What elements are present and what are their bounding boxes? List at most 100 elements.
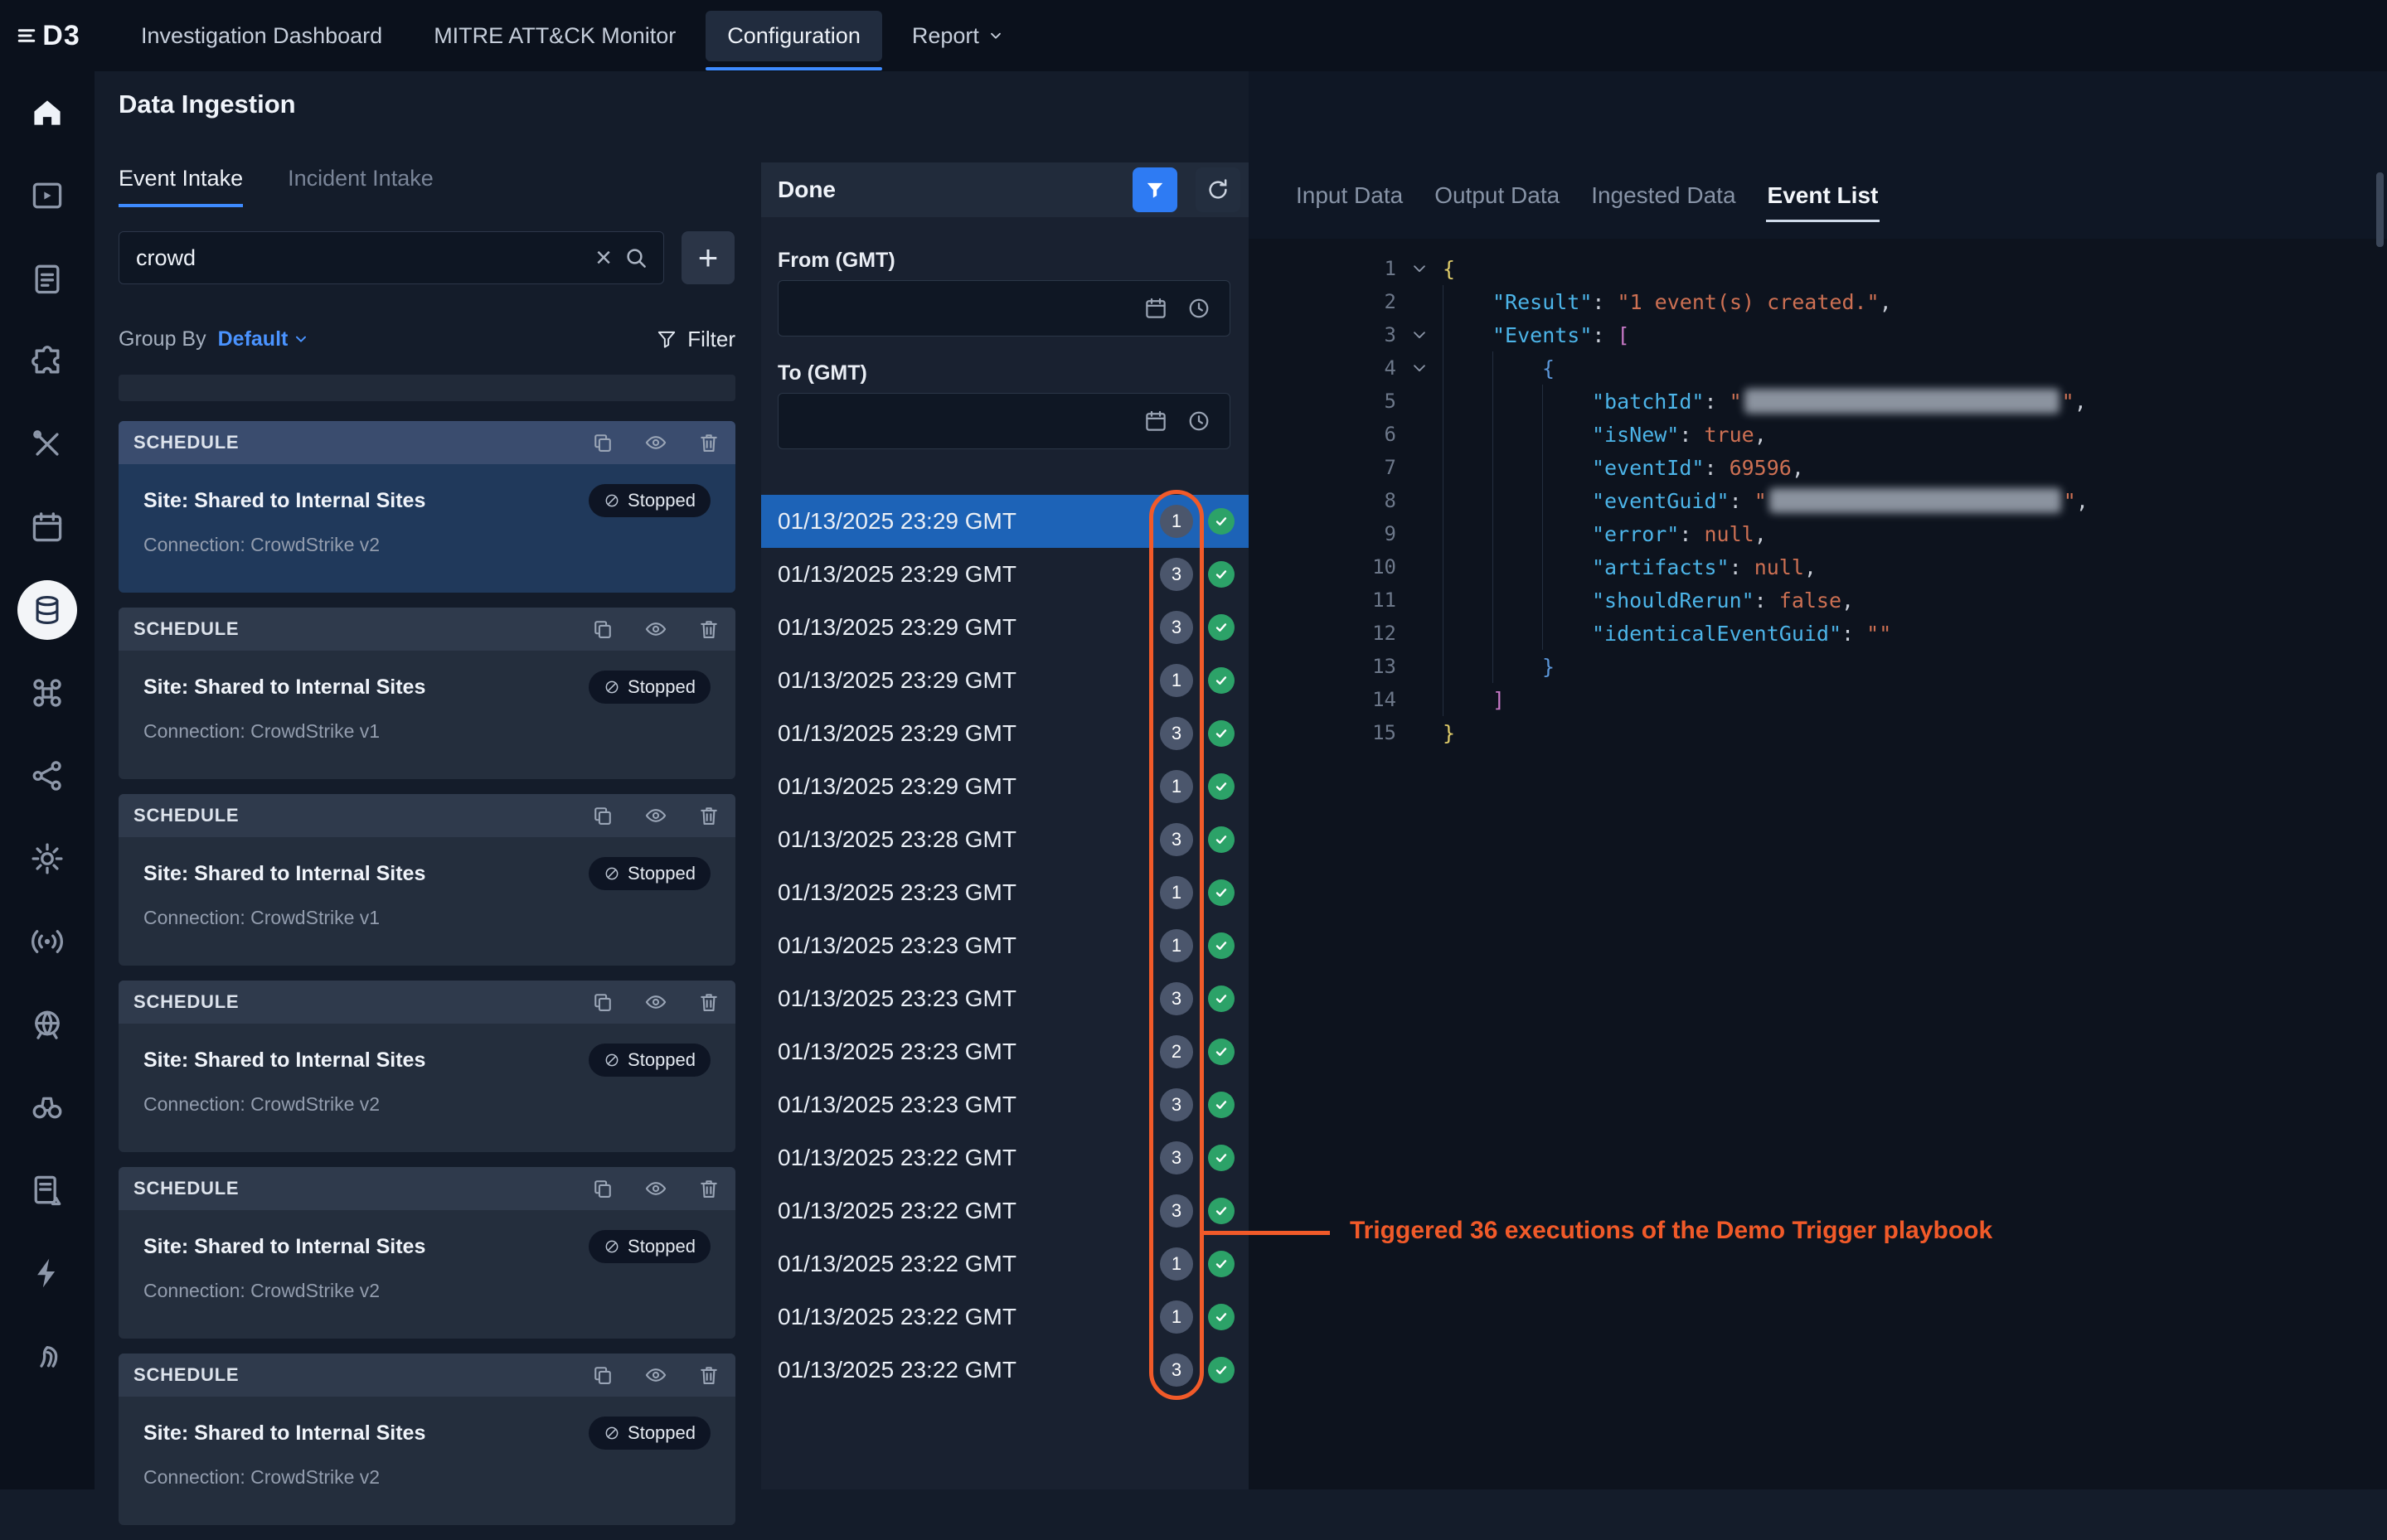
- execution-row[interactable]: 01/13/2025 23:23 GMT 1: [761, 919, 1249, 972]
- trash-icon[interactable]: [697, 431, 720, 454]
- execution-time: 01/13/2025 23:29 GMT: [761, 667, 1016, 694]
- filter-toggle-button[interactable]: [1133, 167, 1177, 212]
- sidebar-item-command-center[interactable]: [0, 651, 95, 734]
- to-label: To (GMT): [778, 361, 867, 385]
- event-count-badge: 3: [1160, 982, 1193, 1015]
- execution-row[interactable]: 01/13/2025 23:22 GMT 3: [761, 1184, 1249, 1237]
- nav-item-mitre-attck-monitor[interactable]: MITRE ATT&CK Monitor: [412, 11, 697, 61]
- execution-row[interactable]: 01/13/2025 23:28 GMT 3: [761, 813, 1249, 866]
- indent-guide: [1443, 683, 1492, 716]
- tab-input-data[interactable]: Input Data: [1294, 177, 1405, 214]
- eye-icon[interactable]: [644, 804, 667, 827]
- fold-chevron-icon[interactable]: [1396, 259, 1443, 278]
- search-icon[interactable]: [623, 245, 663, 270]
- sidebar-item-sites[interactable]: [0, 983, 95, 1066]
- trash-icon[interactable]: [697, 1363, 720, 1387]
- execution-row[interactable]: 01/13/2025 23:29 GMT 1: [761, 654, 1249, 707]
- execution-row[interactable]: 01/13/2025 23:29 GMT 3: [761, 601, 1249, 654]
- scrollbar-thumb[interactable]: [2376, 172, 2384, 247]
- schedule-card[interactable]: SCHEDULE Site: Shared to Internal Sites …: [119, 1167, 735, 1339]
- indent-guide: [1492, 650, 1542, 683]
- execution-row[interactable]: 01/13/2025 23:22 GMT 3: [761, 1131, 1249, 1184]
- execution-row[interactable]: 01/13/2025 23:29 GMT 1: [761, 760, 1249, 813]
- clock-icon[interactable]: [1186, 409, 1211, 433]
- copy-icon[interactable]: [591, 1363, 614, 1387]
- clear-search-icon[interactable]: ×: [584, 244, 623, 272]
- sidebar-item-correlations[interactable]: [0, 734, 95, 817]
- execution-row[interactable]: 01/13/2025 23:23 GMT 3: [761, 972, 1249, 1025]
- schedule-card[interactable]: SCHEDULE Site: Shared to Internal Sites …: [119, 794, 735, 966]
- schedule-card[interactable]: SCHEDULE Site: Shared to Internal Sites …: [119, 421, 735, 593]
- sidebar-item-integrations[interactable]: [0, 320, 95, 403]
- eye-icon[interactable]: [644, 431, 667, 454]
- execution-row[interactable]: 01/13/2025 23:22 GMT 1: [761, 1237, 1249, 1291]
- refresh-button[interactable]: [1196, 167, 1240, 212]
- sidebar-item-automation[interactable]: [0, 1232, 95, 1315]
- copy-icon[interactable]: [591, 1177, 614, 1200]
- execution-row[interactable]: 01/13/2025 23:23 GMT 1: [761, 866, 1249, 919]
- filter-button[interactable]: Filter: [656, 327, 735, 352]
- fold-chevron-icon[interactable]: [1396, 359, 1443, 377]
- execution-row[interactable]: 01/13/2025 23:23 GMT 3: [761, 1078, 1249, 1131]
- sidebar-item-data-ingestion[interactable]: [0, 569, 95, 651]
- eye-icon[interactable]: [644, 990, 667, 1014]
- sidebar-item-api-settings[interactable]: [0, 817, 95, 900]
- execution-row[interactable]: 01/13/2025 23:29 GMT 3: [761, 707, 1249, 760]
- sidebar-item-event-broadcast[interactable]: [0, 900, 95, 983]
- schedule-card[interactable]: SCHEDULE Site: Shared to Internal Sites …: [119, 608, 735, 779]
- event-count-badge: 1: [1160, 505, 1193, 538]
- line-number: 5: [1249, 390, 1396, 413]
- execution-row[interactable]: 01/13/2025 23:29 GMT 3: [761, 548, 1249, 601]
- tab-event-list[interactable]: Event List: [1766, 177, 1880, 214]
- eye-icon[interactable]: [644, 617, 667, 641]
- copy-icon[interactable]: [591, 431, 614, 454]
- calendar-icon[interactable]: [1143, 296, 1168, 321]
- calendar-icon[interactable]: [1143, 409, 1168, 433]
- copy-icon[interactable]: [591, 990, 614, 1014]
- execution-row[interactable]: 01/13/2025 23:29 GMT 1: [761, 495, 1249, 548]
- sidebar-item-audit-trail[interactable]: [0, 1315, 95, 1397]
- copy-icon[interactable]: [591, 804, 614, 827]
- code-token: ,: [1754, 423, 1767, 447]
- execution-row[interactable]: 01/13/2025 23:23 GMT 2: [761, 1025, 1249, 1078]
- schedule-card[interactable]: SCHEDULE Site: Shared to Internal Sites …: [119, 981, 735, 1152]
- tab-incident-intake[interactable]: Incident Intake: [288, 166, 434, 207]
- schedule-card[interactable]: SCHEDULE Site: Shared to Internal Sites …: [119, 1354, 735, 1525]
- group-by-value: Default: [218, 327, 289, 351]
- group-by-dropdown[interactable]: Default: [218, 327, 310, 351]
- clock-icon[interactable]: [1186, 296, 1211, 321]
- execution-row[interactable]: 01/13/2025 23:22 GMT 1: [761, 1291, 1249, 1344]
- data-ingestion-icon: [17, 580, 77, 640]
- sidebar-item-utilities[interactable]: [0, 403, 95, 486]
- tab-ingested-data[interactable]: Ingested Data: [1589, 177, 1737, 214]
- sidebar-item-investigations[interactable]: [0, 154, 95, 237]
- trash-icon[interactable]: [697, 1177, 720, 1200]
- d3-logo[interactable]: D3: [0, 20, 95, 52]
- nav-item-report[interactable]: Report: [890, 11, 1026, 61]
- trash-icon[interactable]: [697, 804, 720, 827]
- eye-icon[interactable]: [644, 1177, 667, 1200]
- fold-chevron-icon[interactable]: [1396, 326, 1443, 344]
- sidebar-item-home[interactable]: [0, 71, 95, 154]
- copy-icon[interactable]: [591, 617, 614, 641]
- sidebar-item-schedules[interactable]: [0, 486, 95, 569]
- nav-item-configuration[interactable]: Configuration: [706, 11, 882, 61]
- eye-icon[interactable]: [644, 1363, 667, 1387]
- trash-icon[interactable]: [697, 990, 720, 1014]
- success-icon: [1208, 986, 1235, 1012]
- site-label: Site: Shared to Internal Sites: [143, 1048, 425, 1073]
- tab-event-intake[interactable]: Event Intake: [119, 166, 243, 207]
- sidebar-item-search[interactable]: [0, 1066, 95, 1149]
- nav-item-investigation-dashboard[interactable]: Investigation Dashboard: [119, 11, 404, 61]
- execution-time: 01/13/2025 23:23 GMT: [761, 879, 1016, 906]
- search-input[interactable]: [119, 245, 584, 271]
- collapsed-group-bar[interactable]: [119, 375, 735, 401]
- tab-output-data[interactable]: Output Data: [1433, 177, 1561, 214]
- trash-icon[interactable]: [697, 617, 720, 641]
- sidebar-item-playbooks[interactable]: [0, 237, 95, 320]
- execution-row[interactable]: 01/13/2025 23:22 GMT 3: [761, 1344, 1249, 1397]
- execution-time: 01/13/2025 23:22 GMT: [761, 1357, 1016, 1383]
- add-intake-button[interactable]: +: [682, 231, 735, 284]
- sidebar-item-reports[interactable]: [0, 1149, 95, 1232]
- line-number: 15: [1249, 721, 1396, 744]
